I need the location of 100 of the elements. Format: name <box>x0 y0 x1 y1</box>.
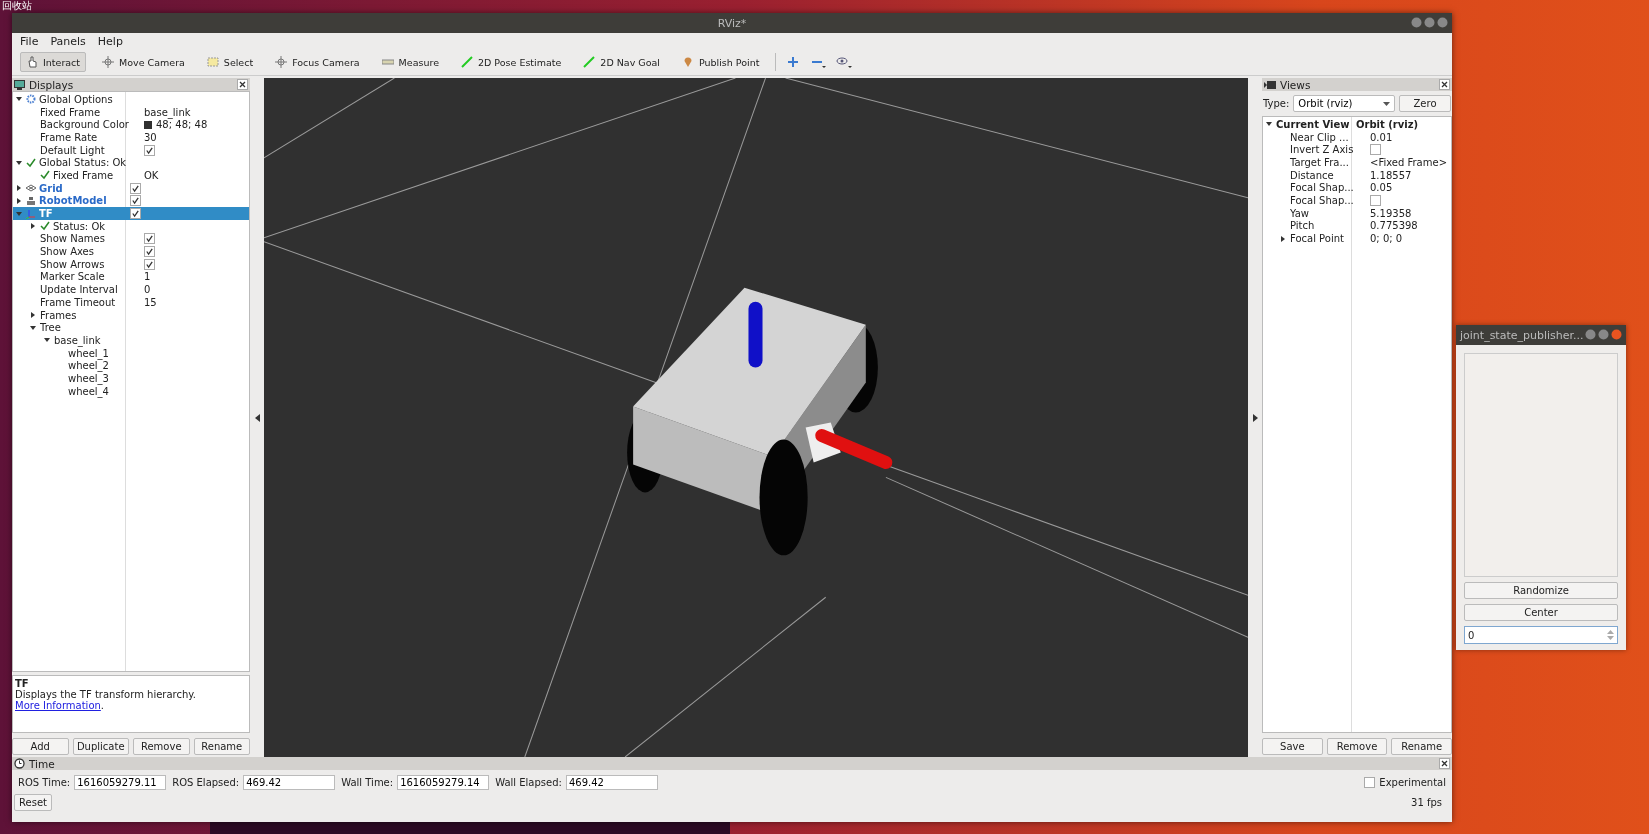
collapse-arrow-icon[interactable] <box>29 323 37 332</box>
panel-button[interactable]: Add <box>12 738 69 755</box>
tree-row[interactable]: RobotModel <box>13 194 249 208</box>
tree-row[interactable]: Focal Point 0; 0; 0 <box>1263 232 1451 245</box>
checkbox[interactable] <box>130 182 141 194</box>
menu-item[interactable]: Help <box>97 34 123 48</box>
tree-row[interactable]: Yaw 5.19358 <box>1263 206 1451 220</box>
desktop-icon-label[interactable]: 回收站 <box>2 0 32 11</box>
tree-row[interactable]: wheel_4 <box>13 384 249 398</box>
expand-arrow-icon[interactable] <box>15 196 23 205</box>
tree-row[interactable]: Marker Scale 1 <box>13 270 249 284</box>
panel-button[interactable]: Remove <box>1326 738 1388 755</box>
time-field[interactable]: 469.42 <box>565 775 658 790</box>
tool-button[interactable]: Focus Camera <box>269 52 366 72</box>
tree-row[interactable]: TF <box>13 207 249 220</box>
tool-button[interactable]: Publish Point <box>675 52 766 72</box>
checkbox[interactable] <box>130 195 141 207</box>
tree-row[interactable]: Fixed Frame base_link <box>13 105 249 119</box>
tree-row[interactable]: Show Axes <box>13 245 249 258</box>
tree-row[interactable]: Update Interval 0 <box>13 283 249 296</box>
property-value: 0 <box>144 284 151 296</box>
close-icon[interactable] <box>237 79 248 90</box>
joint-button[interactable]: Randomize <box>1464 582 1618 599</box>
checkbox[interactable] <box>144 144 155 156</box>
tree-row[interactable]: wheel_2 <box>13 359 249 373</box>
expand-arrow-icon[interactable] <box>29 222 37 231</box>
tree-row[interactable]: Invert Z Axis <box>1263 143 1451 157</box>
tool-button[interactable]: Move Camera <box>96 52 191 72</box>
tool-button[interactable]: Measure <box>375 52 445 72</box>
zero-button[interactable]: Zero <box>1399 95 1451 112</box>
tree-row[interactable]: Target Fra... <Fixed Frame> <box>1263 156 1451 169</box>
view-type-dropdown[interactable]: Orbit (rviz) <box>1293 95 1395 112</box>
tree-row[interactable]: Focal Shap... 0.05 <box>1263 181 1451 195</box>
checkbox[interactable] <box>144 233 155 245</box>
more-information-link[interactable]: More Information <box>15 700 101 711</box>
tree-row[interactable]: Background Color 48; 48; 48 <box>13 118 249 132</box>
tree-row[interactable]: Frames <box>13 308 249 322</box>
tool-button[interactable]: 2D Nav Goal <box>577 52 666 72</box>
tree-row[interactable]: Pitch 0.775398 <box>1263 219 1451 233</box>
tree-row[interactable]: Frame Timeout 15 <box>13 296 249 309</box>
collapse-arrow-icon[interactable] <box>15 158 23 167</box>
panel-button[interactable]: Duplicate <box>72 738 129 755</box>
expand-arrow-icon[interactable] <box>15 184 23 193</box>
panel-button[interactable]: Rename <box>1391 738 1452 755</box>
tree-row[interactable]: wheel_1 <box>13 346 249 360</box>
menu-item[interactable]: File <box>20 34 39 48</box>
add-icon[interactable] <box>786 55 801 69</box>
ruler-icon <box>381 56 394 68</box>
collapse-arrow-icon[interactable] <box>254 413 260 422</box>
tree-row[interactable]: Distance 1.18557 <box>1263 168 1451 182</box>
tool-button[interactable]: Select <box>200 52 260 72</box>
property-label: Invert Z Axis <box>1290 144 1354 156</box>
property-value: Orbit (rviz) <box>1356 118 1419 130</box>
tree-row[interactable]: Focal Shap... <box>1263 194 1451 207</box>
menu-item[interactable]: Panels <box>50 34 86 48</box>
maximize-icon[interactable] <box>1424 17 1435 28</box>
spin-box[interactable]: 0 <box>1464 626 1618 644</box>
close-icon[interactable] <box>1439 758 1450 769</box>
minimize-icon[interactable] <box>1411 17 1422 28</box>
3d-viewport[interactable] <box>264 78 1248 757</box>
panel-button[interactable]: Save <box>1262 738 1323 755</box>
tree-row[interactable]: wheel_3 <box>13 372 249 385</box>
tree-row[interactable]: Global Options <box>13 93 249 106</box>
tree-row[interactable]: Show Arrows <box>13 257 249 271</box>
property-value: 0.01 <box>1370 131 1393 143</box>
tree-row[interactable]: Frame Rate 30 <box>13 131 249 144</box>
tree-row[interactable]: Current View Orbit (rviz) <box>1263 118 1451 131</box>
tree-row[interactable]: Default Light <box>13 143 249 157</box>
time-field[interactable]: 1616059279.14 <box>397 775 490 790</box>
checkbox[interactable] <box>130 208 141 220</box>
tree-row[interactable]: Global Status: Ok <box>13 156 249 170</box>
axes-icon <box>26 208 36 219</box>
eye-icon[interactable] <box>836 55 853 69</box>
tree-row[interactable]: Show Names <box>13 232 249 246</box>
minimize-icon[interactable] <box>1585 329 1596 340</box>
expand-arrow-icon[interactable] <box>1279 234 1287 243</box>
checkbox[interactable] <box>1364 777 1376 788</box>
tree-row[interactable]: Status: Ok <box>13 219 249 233</box>
time-field[interactable]: 1616059279.11 <box>74 775 167 790</box>
crosshair-icon <box>102 56 115 68</box>
panel-button[interactable]: Rename <box>193 738 250 755</box>
maximize-icon[interactable] <box>1598 329 1609 340</box>
time-field[interactable]: 469.42 <box>243 775 336 790</box>
tree-row[interactable]: Fixed Frame OK <box>13 169 249 182</box>
expand-arrow-icon[interactable] <box>29 311 37 320</box>
tool-button[interactable]: 2D Pose Estimate <box>455 52 568 72</box>
joint-button[interactable]: Center <box>1464 604 1618 621</box>
reset-button[interactable]: Reset <box>14 794 52 811</box>
checkbox[interactable] <box>144 246 155 258</box>
tree-row[interactable]: Tree <box>13 321 249 335</box>
checkbox[interactable] <box>1370 144 1381 156</box>
collapse-arrow-icon[interactable] <box>1252 413 1258 422</box>
tree-row[interactable]: Near Clip ... 0.01 <box>1263 130 1451 144</box>
tree-row[interactable]: base_link <box>13 334 249 347</box>
checkbox[interactable] <box>144 258 155 270</box>
tool-button[interactable]: Interact <box>20 52 87 72</box>
panel-button[interactable]: Remove <box>133 738 190 755</box>
close-icon[interactable] <box>1439 79 1450 90</box>
tree-row[interactable]: Grid <box>13 181 249 195</box>
checkbox[interactable] <box>1370 194 1381 206</box>
